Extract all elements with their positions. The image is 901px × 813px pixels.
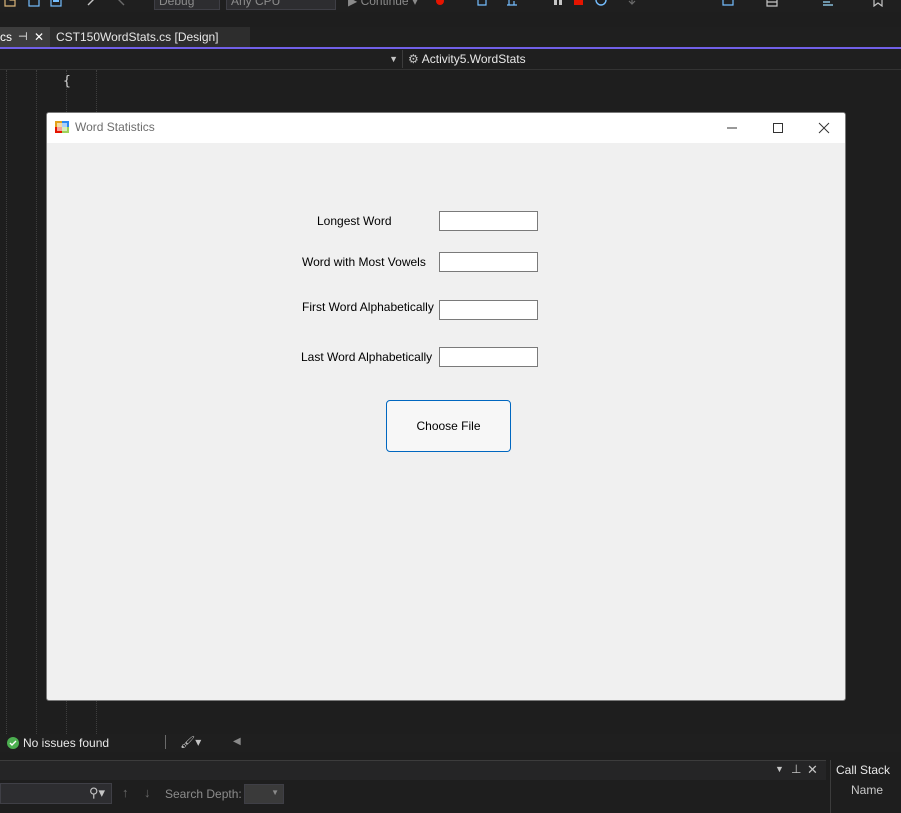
maximize-icon bbox=[773, 123, 783, 133]
save-all-icon[interactable] bbox=[50, 0, 62, 7]
first-word-textbox[interactable] bbox=[439, 300, 538, 320]
form-title: Word Statistics bbox=[75, 120, 155, 134]
close-icon bbox=[818, 122, 830, 134]
tool-panel-body: ⚲▾ ↑ ↓ Search Depth: ▼ bbox=[0, 780, 826, 813]
call-stack-panel: Call Stack Name bbox=[830, 760, 901, 813]
tool-panel-header: ▼ ⊥ ✕ bbox=[0, 760, 826, 781]
longest-word-label: Longest Word bbox=[317, 214, 392, 228]
tab-code-file[interactable]: cs ⊣ ✕ bbox=[0, 27, 50, 47]
code-brace: { bbox=[63, 74, 71, 89]
form-titlebar[interactable]: Word Statistics bbox=[47, 113, 845, 143]
longest-word-textbox[interactable] bbox=[439, 211, 538, 231]
undo-icon[interactable] bbox=[86, 0, 98, 7]
last-word-label: Last Word Alphabetically bbox=[301, 350, 433, 364]
open-folder-icon[interactable] bbox=[4, 0, 16, 7]
editor-status-bar: No issues found 🖌▾ ◀ bbox=[0, 734, 901, 752]
save-icon[interactable] bbox=[28, 0, 40, 7]
success-check-icon bbox=[7, 737, 19, 749]
diagnostic-icon[interactable] bbox=[506, 0, 518, 7]
most-vowels-textbox[interactable] bbox=[439, 252, 538, 272]
call-stack-name-column[interactable]: Name bbox=[851, 783, 883, 797]
arrow-down-icon[interactable]: ↓ bbox=[144, 785, 151, 800]
breakpoint-icon[interactable] bbox=[434, 0, 446, 7]
step-into-icon[interactable] bbox=[626, 0, 638, 7]
redo-icon[interactable] bbox=[116, 0, 128, 7]
choose-file-button[interactable]: Choose File bbox=[386, 400, 511, 452]
type-dropdown[interactable]: ▼ bbox=[0, 50, 403, 68]
issues-status[interactable]: No issues found bbox=[23, 736, 109, 750]
hot-reload-icon[interactable] bbox=[476, 0, 488, 7]
continue-label: Continue bbox=[360, 0, 409, 8]
form-app-icon bbox=[55, 121, 69, 133]
search-depth-label: Search Depth: bbox=[165, 787, 242, 801]
stop-icon[interactable] bbox=[573, 0, 585, 7]
panel-close-icon[interactable]: ✕ bbox=[807, 762, 818, 778]
cleanup-brush-icon[interactable]: 🖌▾ bbox=[180, 735, 201, 749]
arrow-up-icon[interactable]: ↑ bbox=[122, 785, 129, 800]
continue-button[interactable]: ▶ Continue ▾ bbox=[348, 0, 418, 8]
call-stack-title[interactable]: Call Stack bbox=[836, 763, 890, 777]
debug-windows-icon[interactable] bbox=[722, 0, 734, 7]
chevron-down-icon: ▼ bbox=[271, 788, 279, 797]
member-dropdown[interactable]: ⚙ Activity5.WordStats bbox=[408, 50, 708, 68]
chevron-down-icon: ▼ bbox=[389, 54, 398, 64]
minimize-icon bbox=[727, 127, 737, 129]
configuration-value: Debug bbox=[159, 0, 195, 8]
search-input[interactable]: ⚲▾ bbox=[0, 783, 112, 804]
class-icon: ⚙ bbox=[408, 52, 419, 66]
member-value: Activity5.WordStats bbox=[421, 52, 526, 66]
panel-menu-icon[interactable]: ▼ bbox=[775, 764, 784, 774]
layout-icon[interactable] bbox=[766, 0, 778, 7]
restart-icon[interactable] bbox=[595, 0, 607, 7]
platform-dropdown[interactable]: Any CPU bbox=[226, 0, 336, 10]
close-icon[interactable]: ✕ bbox=[34, 27, 44, 47]
pin-icon[interactable]: ⊣ bbox=[18, 27, 28, 47]
tab-designer-label: CST150WordStats.cs [Design] bbox=[56, 30, 219, 44]
search-icon: ⚲▾ bbox=[88, 785, 105, 800]
status-divider bbox=[165, 735, 166, 749]
configuration-dropdown[interactable]: Debug bbox=[154, 0, 220, 10]
navigation-bar: ▼ ⚙ Activity5.WordStats bbox=[0, 49, 901, 70]
main-toolbar: Debug Any CPU ▶ Continue ▾ bbox=[0, 0, 901, 12]
most-vowels-label: Word with Most Vowels bbox=[302, 255, 426, 269]
indent-guide bbox=[36, 70, 37, 734]
scroll-left-icon[interactable]: ◀ bbox=[233, 736, 241, 747]
bookmark-icon[interactable] bbox=[872, 0, 884, 7]
search-depth-dropdown[interactable]: ▼ bbox=[244, 784, 284, 804]
indent-guide bbox=[6, 70, 7, 734]
tab-designer[interactable]: CST150WordStats.cs [Design] bbox=[50, 27, 250, 47]
platform-value: Any CPU bbox=[231, 0, 281, 8]
panel-splitter[interactable] bbox=[0, 752, 901, 760]
maximize-button[interactable] bbox=[755, 113, 801, 143]
close-button[interactable] bbox=[801, 113, 845, 143]
first-word-label: First Word Alphabetically bbox=[302, 300, 434, 314]
format-icon[interactable] bbox=[822, 0, 834, 7]
pause-icon[interactable] bbox=[552, 0, 564, 7]
panel-pin-icon[interactable]: ⊥ bbox=[791, 762, 801, 776]
minimize-button[interactable] bbox=[709, 113, 755, 143]
document-tab-strip: cs ⊣ ✕ CST150WordStats.cs [Design] bbox=[0, 27, 901, 49]
tab-code-file-label: cs bbox=[0, 30, 12, 44]
word-statistics-window: Word Statistics Longest Word Word with M… bbox=[46, 112, 846, 701]
last-word-textbox[interactable] bbox=[439, 347, 538, 367]
